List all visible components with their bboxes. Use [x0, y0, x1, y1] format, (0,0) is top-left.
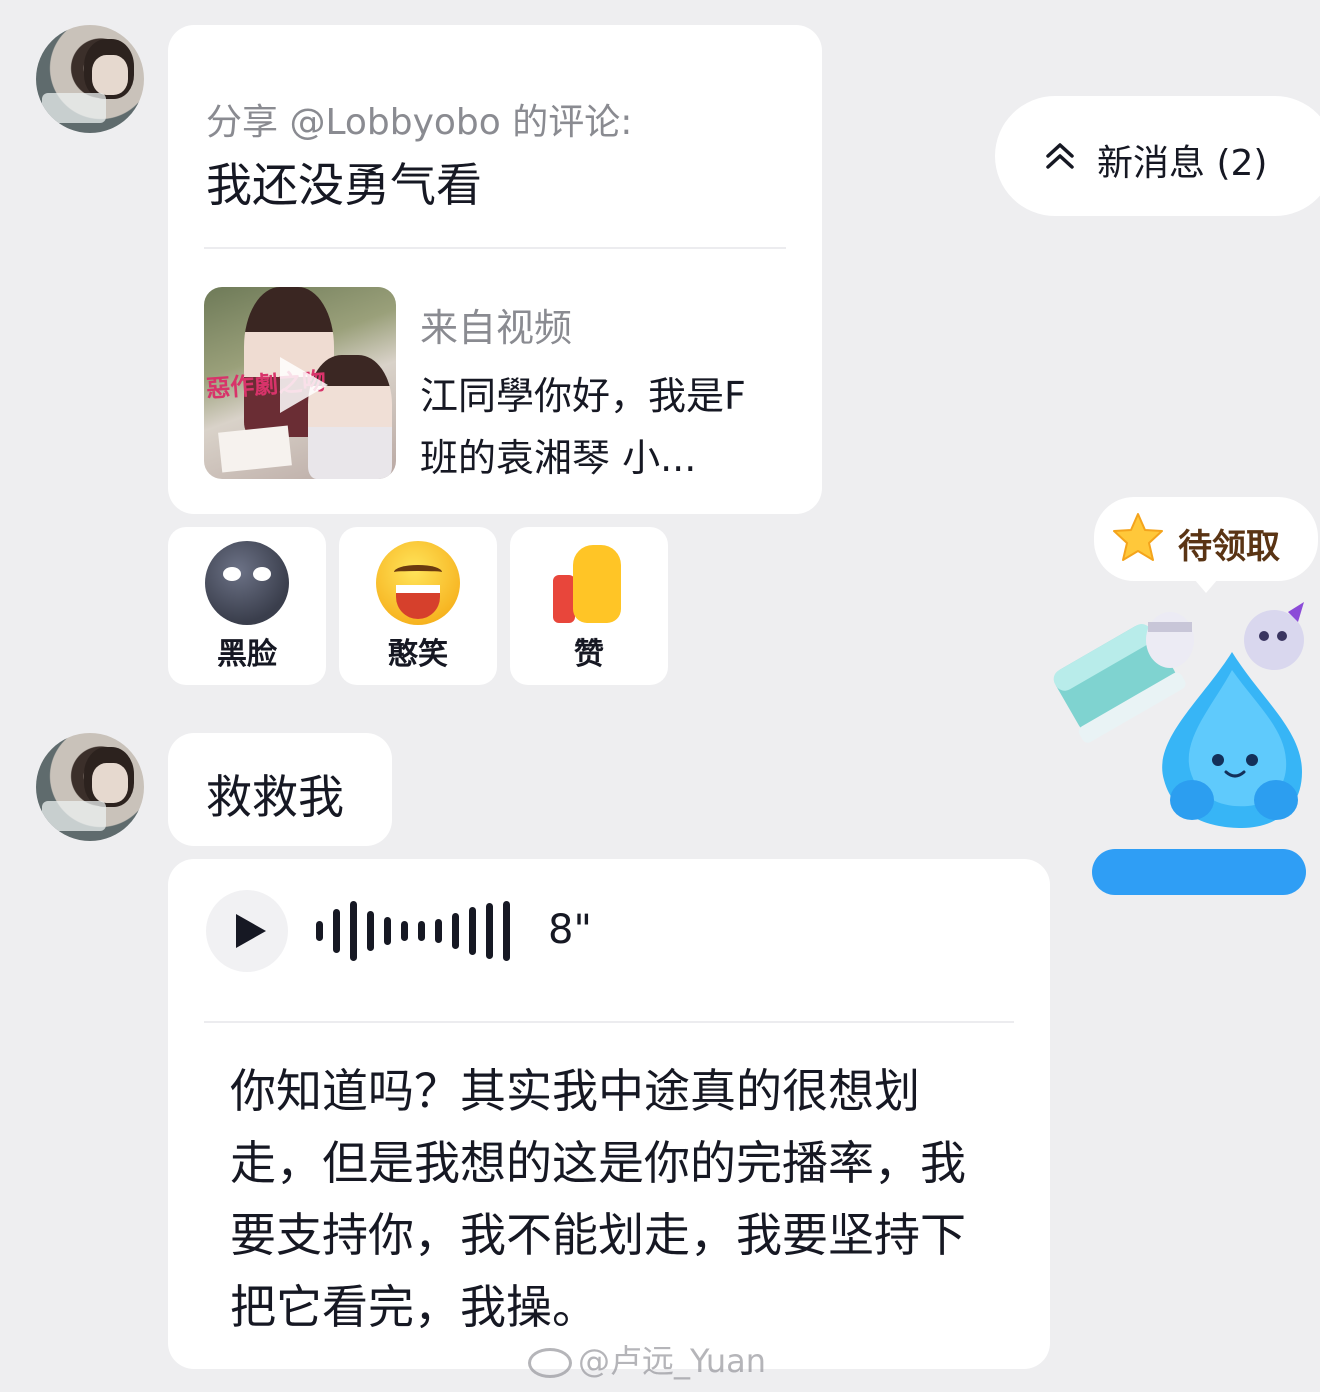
reward-label: 待领取 — [1178, 527, 1280, 567]
voice-duration: 8" — [548, 907, 592, 953]
reaction-like[interactable]: 赞 — [510, 527, 668, 685]
new-messages-label: 新消息 (2) — [1097, 143, 1268, 184]
message-text: 救救我 — [206, 770, 344, 824]
voice-play-button[interactable] — [206, 890, 288, 972]
sender-avatar[interactable] — [36, 25, 144, 133]
text-message-bubble[interactable]: 救救我 — [168, 733, 392, 846]
water-drop-mascot-icon[interactable] — [1052, 600, 1320, 840]
voice-transcript: 你知道吗？其实我中途真的很想划走，但是我想的这是你的完播率，我要支持你，我不能划… — [230, 1064, 966, 1334]
play-icon — [280, 357, 328, 413]
waveform-icon — [316, 901, 516, 961]
divider — [204, 1021, 1014, 1023]
reaction-black-face[interactable]: 黑脸 — [168, 527, 326, 685]
video-source-label: 来自视频 — [420, 306, 573, 350]
reaction-label: 憨笑 — [388, 637, 448, 672]
video-thumbnail[interactable]: 惡作劇之吻 — [204, 287, 396, 479]
watermark-text: @卢远_Yuan — [578, 1342, 767, 1380]
watermark: @卢远_Yuan — [528, 1336, 766, 1382]
reaction-label: 赞 — [574, 637, 604, 672]
reaction-label: 黑脸 — [217, 637, 277, 672]
weibo-logo-icon — [528, 1348, 572, 1378]
reward-progress-bar[interactable] — [1092, 849, 1306, 895]
sender-avatar[interactable] — [36, 733, 144, 841]
shared-comment-card[interactable]: 分享 @Lobbyobo 的评论: 我还没勇气看 惡作劇之吻 来自视频 江同學你… — [168, 25, 822, 514]
double-chevron-up-icon — [1045, 140, 1075, 170]
voice-message-card[interactable]: 8" 你知道吗？其实我中途真的很想划走，但是我想的这是你的完播率，我要支持你，我… — [168, 859, 1050, 1369]
chat-screen: 分享 @Lobbyobo 的评论: 我还没勇气看 惡作劇之吻 来自视频 江同學你… — [0, 0, 1320, 1392]
new-messages-button[interactable]: 新消息 (2) — [995, 96, 1320, 216]
video-description: 江同學你好，我是F班的袁湘琴 小... — [420, 374, 746, 480]
reward-pending-tag[interactable]: 待领取 — [1094, 497, 1318, 593]
thumbs-up-emoji-icon — [547, 541, 631, 625]
shared-comment-text: 我还没勇气看 — [206, 158, 482, 212]
share-header: 分享 @Lobbyobo 的评论: — [206, 102, 633, 143]
star-icon — [1113, 513, 1163, 561]
grinning-face-emoji-icon — [376, 541, 460, 625]
divider — [204, 247, 786, 249]
new-moon-face-emoji-icon — [205, 541, 289, 625]
reaction-grin[interactable]: 憨笑 — [339, 527, 497, 685]
